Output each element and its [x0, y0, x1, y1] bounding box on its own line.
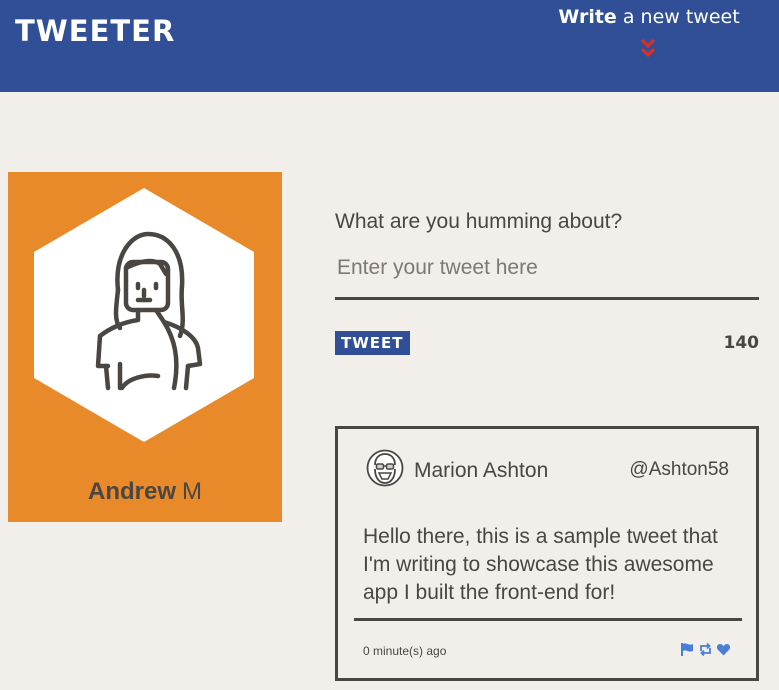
tweet-button[interactable]: TWEET	[335, 331, 410, 355]
profile-name: Andrew M	[87, 478, 202, 505]
tweet-input[interactable]	[335, 250, 759, 300]
heart-icon[interactable]	[716, 642, 731, 657]
tweet-timestamp: 0 minute(s) ago	[363, 644, 447, 658]
write-new-tweet-label: Write a new tweet	[558, 6, 740, 28]
tweet-body: Hello there, this is a sample tweet that…	[363, 525, 718, 604]
profile-card: Andrew M	[8, 172, 282, 522]
tweet-divider	[354, 618, 742, 621]
tweet-composer: What are you humming about? TWEET 140	[335, 210, 759, 355]
app-logo[interactable]: TWEETER	[15, 14, 175, 48]
woman-avatar-icon	[34, 188, 254, 442]
tweet-author-handle[interactable]: @Ashton58	[629, 459, 729, 481]
tweet-actions	[680, 642, 731, 657]
bearded-man-glasses-avatar-icon	[366, 449, 404, 487]
retweet-icon[interactable]	[698, 642, 713, 657]
flag-icon[interactable]	[680, 642, 695, 657]
tweet-card: Marion Ashton @Ashton58 Hello there, thi…	[335, 426, 759, 681]
write-new-tweet-toggle[interactable]: Write a new tweet	[558, 6, 740, 60]
composer-prompt: What are you humming about?	[335, 210, 623, 233]
character-counter: 140	[723, 333, 760, 353]
top-nav-bar: TWEETER Write a new tweet	[0, 0, 779, 92]
double-chevron-down-icon[interactable]	[639, 37, 657, 59]
tweet-author-name: Marion Ashton	[414, 459, 549, 482]
